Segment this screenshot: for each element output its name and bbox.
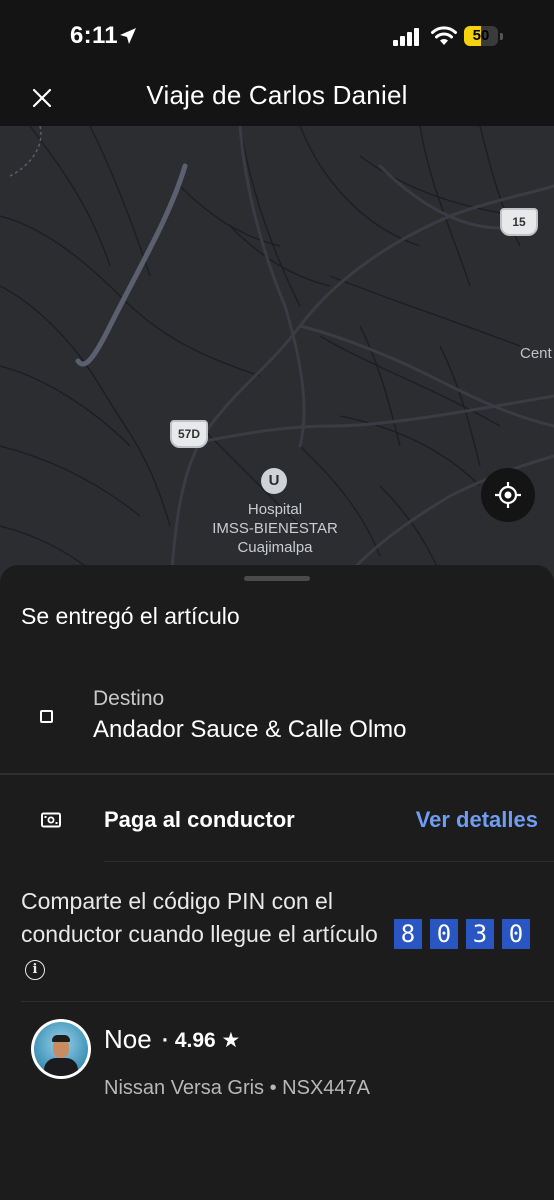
poi-label: Hospital IMSS-BIENESTAR Cuajimalpa — [212, 501, 338, 556]
divider — [0, 773, 554, 775]
vehicle-info: Nissan Versa Gris • NSX447A — [104, 1077, 370, 1099]
avatar-shirt — [44, 1058, 78, 1076]
pin-digit: 0 — [502, 919, 530, 949]
battery-cap — [500, 33, 503, 40]
map-label: Cent — [520, 345, 552, 362]
divider — [21, 1001, 554, 1002]
trip-details-sheet: Se entregó el artículo Destino Andador S… — [0, 565, 554, 1200]
destination-label: Destino — [93, 687, 165, 710]
driver-rating: · 4.96 ★ — [162, 1029, 241, 1052]
cash-icon — [41, 812, 61, 828]
trip-header: Viaje de Carlos Daniel — [0, 70, 554, 126]
battery-indicator: 50 — [464, 26, 504, 46]
destination-square-icon — [40, 710, 53, 723]
divider — [104, 861, 554, 862]
driver-avatar[interactable] — [31, 1019, 91, 1079]
info-icon[interactable]: i — [25, 960, 45, 980]
delivery-status: Se entregó el artículo — [21, 603, 240, 629]
pin-instructions-text: Comparte el código PIN con el conductor … — [21, 888, 378, 947]
status-bar: 6:11 50 — [0, 0, 554, 70]
view-details-link[interactable]: Ver detalles — [416, 807, 538, 833]
highway-shield-57d: 57D — [170, 420, 208, 448]
map-view[interactable]: 15 57D Cent U Hospital IMSS-BIENESTAR Cu… — [0, 126, 554, 596]
status-time: 6:11 — [70, 22, 118, 49]
avatar-photo — [34, 1022, 88, 1076]
pin-instructions: Comparte el código PIN con el conductor … — [21, 885, 391, 984]
sheet-drag-handle[interactable] — [244, 576, 310, 581]
driver-name: Noe — [104, 1024, 152, 1054]
destination-address: Andador Sauce & Calle Olmo — [93, 716, 407, 743]
payment-label: Paga al conductor — [104, 807, 295, 832]
battery-percent: 50 — [472, 27, 490, 44]
hospital-icon: U — [261, 468, 287, 494]
pin-digit: 8 — [394, 919, 422, 949]
pin-digit: 0 — [430, 919, 458, 949]
wifi-icon — [431, 26, 457, 45]
page-title: Viaje de Carlos Daniel — [146, 80, 408, 110]
location-arrow-icon — [120, 28, 136, 44]
battery-body: 50 — [464, 26, 498, 46]
avatar-hair — [52, 1035, 70, 1042]
highway-shield-15: 15 — [500, 208, 538, 236]
crosshair-icon — [495, 482, 521, 508]
recenter-button[interactable] — [481, 468, 535, 522]
cellular-signal-icon — [393, 28, 419, 46]
pin-digit: 3 — [466, 919, 494, 949]
